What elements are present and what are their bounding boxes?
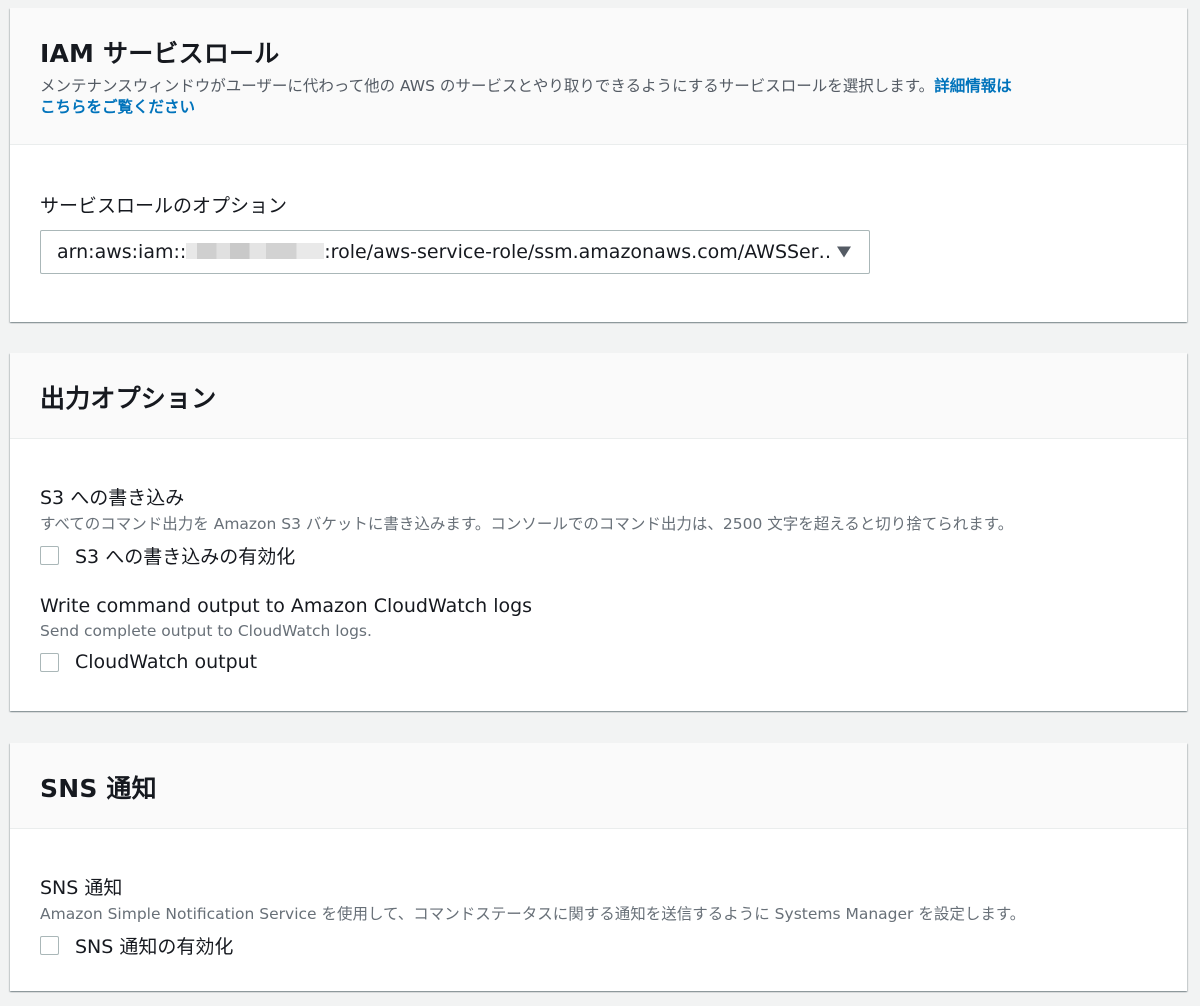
caret-down-icon xyxy=(837,246,851,258)
s3-write-description: すべてのコマンド出力を Amazon S3 バケットに書き込みます。コンソールで… xyxy=(40,515,1014,533)
output-panel-header: 出力オプション xyxy=(10,353,1187,439)
sns-panel-body: SNS 通知 Amazon Simple Notification Servic… xyxy=(10,829,1187,959)
cloudwatch-write-label: Write command output to Amazon CloudWatc… xyxy=(40,595,533,617)
sns-enable-checkbox-row[interactable]: SNS 通知の有効化 xyxy=(40,932,1157,959)
iam-description-text: メンテナンスウィンドウがユーザーに代わって他の AWS のサービスとやり取りでき… xyxy=(40,77,935,95)
cloudwatch-output-checkbox[interactable] xyxy=(40,652,59,672)
service-role-option-label: サービスロールのオプション xyxy=(40,195,288,217)
iam-panel-title: IAM サービスロール xyxy=(40,39,280,68)
cloudwatch-output-checkbox-row[interactable]: CloudWatch output xyxy=(40,651,1157,673)
page: IAM サービスロール メンテナンスウィンドウがユーザーに代わって他の AWS … xyxy=(0,0,1200,1006)
iam-panel-body: サービスロールのオプション arn:aws:iam:::role/aws-ser… xyxy=(10,145,1187,274)
sns-enable-checkbox-label[interactable]: SNS 通知の有効化 xyxy=(75,932,233,959)
s3-write-label: S3 への書き込み xyxy=(40,487,185,509)
sns-notification-label: SNS 通知 xyxy=(40,877,123,899)
cloudwatch-output-checkbox-label[interactable]: CloudWatch output xyxy=(75,651,257,673)
s3-enable-checkbox-label[interactable]: S3 への書き込みの有効化 xyxy=(75,542,295,569)
iam-service-role-panel: IAM サービスロール メンテナンスウィンドウがユーザーに代わって他の AWS … xyxy=(10,8,1187,322)
service-role-select[interactable]: arn:aws:iam:::role/aws-service-role/ssm.… xyxy=(40,230,870,274)
sns-panel-header: SNS 通知 xyxy=(10,743,1187,829)
iam-panel-description: メンテナンスウィンドウがユーザーに代わって他の AWS のサービスとやり取りでき… xyxy=(40,76,1150,118)
sns-notification-panel: SNS 通知 SNS 通知 Amazon Simple Notification… xyxy=(10,743,1187,991)
service-role-select-value: arn:aws:iam:::role/aws-service-role/ssm.… xyxy=(57,241,829,263)
iam-panel-header: IAM サービスロール メンテナンスウィンドウがユーザーに代わって他の AWS … xyxy=(10,8,1187,145)
redacted-account-id xyxy=(186,243,325,259)
output-panel-title: 出力オプション xyxy=(40,384,217,413)
output-options-panel: 出力オプション S3 への書き込み すべてのコマンド出力を Amazon S3 … xyxy=(10,353,1187,711)
sns-panel-title: SNS 通知 xyxy=(40,774,157,803)
s3-enable-checkbox[interactable] xyxy=(40,546,59,565)
cloudwatch-write-description: Send complete output to CloudWatch logs. xyxy=(40,622,372,640)
s3-enable-checkbox-row[interactable]: S3 への書き込みの有効化 xyxy=(40,542,1157,569)
output-panel-body: S3 への書き込み すべてのコマンド出力を Amazon S3 バケットに書き込… xyxy=(10,439,1187,673)
sns-enable-checkbox[interactable] xyxy=(40,936,59,955)
sns-notification-description: Amazon Simple Notification Service を使用して… xyxy=(40,905,1026,923)
